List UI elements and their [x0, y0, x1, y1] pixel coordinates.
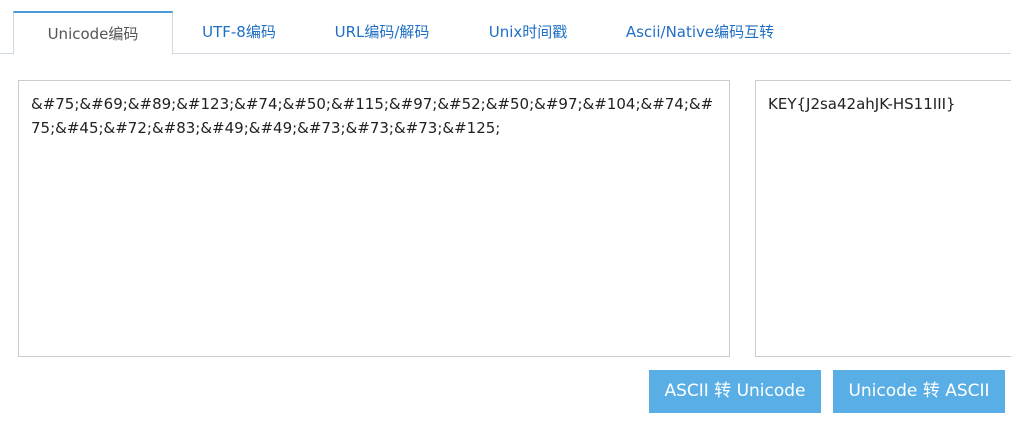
tab-utf8[interactable]: UTF-8编码 — [186, 11, 292, 54]
unicode-input[interactable]: &#75;&#69;&#89;&#123;&#74;&#50;&#115;&#9… — [18, 80, 730, 357]
unicode-to-ascii-button[interactable]: Unicode 转 ASCII — [833, 370, 1005, 413]
ascii-to-unicode-button[interactable]: ASCII 转 Unicode — [649, 370, 821, 413]
tab-unicode[interactable]: Unicode编码 — [13, 11, 173, 55]
tab-bar: Unicode编码 UTF-8编码 URL编码/解码 Unix时间戳 Ascii… — [0, 0, 1011, 55]
tab-unix-timestamp[interactable]: Unix时间戳 — [472, 11, 584, 54]
tab-url[interactable]: URL编码/解码 — [318, 11, 446, 54]
ascii-output[interactable]: KEY{J2sa42ahJK-HS11III} — [755, 80, 1011, 357]
tab-ascii-native[interactable]: Ascii/Native编码互转 — [606, 11, 794, 54]
